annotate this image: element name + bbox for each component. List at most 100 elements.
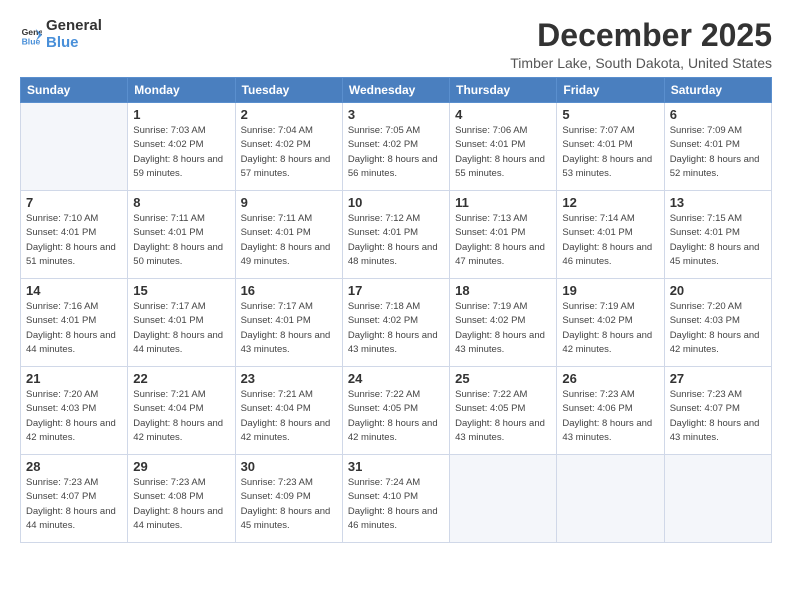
day-number: 19 — [562, 283, 658, 298]
day-info: Sunrise: 7:11 AMSunset: 4:01 PMDaylight:… — [133, 212, 229, 269]
day-info: Sunrise: 7:12 AMSunset: 4:01 PMDaylight:… — [348, 212, 444, 269]
calendar-cell: 25 Sunrise: 7:22 AMSunset: 4:05 PMDayligh… — [450, 367, 557, 455]
day-number: 31 — [348, 459, 444, 474]
day-number: 20 — [670, 283, 766, 298]
calendar-cell: 17 Sunrise: 7:18 AMSunset: 4:02 PMDayligh… — [342, 279, 449, 367]
day-number: 25 — [455, 371, 551, 386]
day-info: Sunrise: 7:09 AMSunset: 4:01 PMDaylight:… — [670, 124, 766, 181]
calendar-cell: 10 Sunrise: 7:12 AMSunset: 4:01 PMDayligh… — [342, 191, 449, 279]
page: General Blue General Blue December 2025 … — [0, 0, 792, 612]
day-info: Sunrise: 7:17 AMSunset: 4:01 PMDaylight:… — [133, 300, 229, 357]
day-number: 18 — [455, 283, 551, 298]
day-number: 29 — [133, 459, 229, 474]
week-row-3: 14 Sunrise: 7:16 AMSunset: 4:01 PMDayligh… — [21, 279, 772, 367]
calendar-cell: 13Sunrise: 7:15 AMSunset: 4:01 PMDayligh… — [664, 191, 771, 279]
day-number: 5 — [562, 107, 658, 122]
day-info: Sunrise: 7:19 AMSunset: 4:02 PMDaylight:… — [455, 300, 551, 357]
calendar-cell: 21 Sunrise: 7:20 AMSunset: 4:03 PMDayligh… — [21, 367, 128, 455]
day-info: Sunrise: 7:06 AMSunset: 4:01 PMDaylight:… — [455, 124, 551, 181]
day-info: Sunrise: 7:14 AMSunset: 4:01 PMDaylight:… — [562, 212, 658, 269]
week-row-1: 1 Sunrise: 7:03 AMSunset: 4:02 PMDaylight… — [21, 103, 772, 191]
day-info: Sunrise: 7:22 AMSunset: 4:05 PMDaylight:… — [348, 388, 444, 445]
day-info: Sunrise: 7:03 AMSunset: 4:02 PMDaylight:… — [133, 124, 229, 181]
day-info: Sunrise: 7:23 AMSunset: 4:07 PMDaylight:… — [670, 388, 766, 445]
day-number: 6 — [670, 107, 766, 122]
logo-blue: Blue — [46, 35, 102, 52]
day-info: Sunrise: 7:10 AMSunset: 4:01 PMDaylight:… — [26, 212, 122, 269]
weekday-header-sunday: Sunday — [21, 78, 128, 103]
logo-general: General — [46, 18, 102, 35]
day-info: Sunrise: 7:20 AMSunset: 4:03 PMDaylight:… — [26, 388, 122, 445]
calendar-cell — [557, 455, 664, 543]
calendar-cell: 26 Sunrise: 7:23 AMSunset: 4:06 PMDayligh… — [557, 367, 664, 455]
weekday-header-wednesday: Wednesday — [342, 78, 449, 103]
calendar-cell: 15 Sunrise: 7:17 AMSunset: 4:01 PMDayligh… — [128, 279, 235, 367]
calendar-cell: 19 Sunrise: 7:19 AMSunset: 4:02 PMDayligh… — [557, 279, 664, 367]
day-number: 11 — [455, 195, 551, 210]
day-number: 30 — [241, 459, 337, 474]
weekday-header-tuesday: Tuesday — [235, 78, 342, 103]
day-info: Sunrise: 7:17 AMSunset: 4:01 PMDaylight:… — [241, 300, 337, 357]
week-row-5: 28 Sunrise: 7:23 AMSunset: 4:07 PMDayligh… — [21, 455, 772, 543]
week-row-4: 21 Sunrise: 7:20 AMSunset: 4:03 PMDayligh… — [21, 367, 772, 455]
day-number: 9 — [241, 195, 337, 210]
day-number: 21 — [26, 371, 122, 386]
day-info: Sunrise: 7:16 AMSunset: 4:01 PMDaylight:… — [26, 300, 122, 357]
weekday-header-friday: Friday — [557, 78, 664, 103]
logo: General Blue General Blue — [20, 18, 102, 51]
calendar-cell — [450, 455, 557, 543]
day-info: Sunrise: 7:23 AMSunset: 4:06 PMDaylight:… — [562, 388, 658, 445]
calendar-cell: 24Sunrise: 7:22 AMSunset: 4:05 PMDayligh… — [342, 367, 449, 455]
calendar-cell: 3 Sunrise: 7:05 AMSunset: 4:02 PMDaylight… — [342, 103, 449, 191]
day-info: Sunrise: 7:23 AMSunset: 4:07 PMDaylight:… — [26, 476, 122, 533]
day-info: Sunrise: 7:07 AMSunset: 4:01 PMDaylight:… — [562, 124, 658, 181]
calendar-cell: 23Sunrise: 7:21 AMSunset: 4:04 PMDayligh… — [235, 367, 342, 455]
day-info: Sunrise: 7:22 AMSunset: 4:05 PMDaylight:… — [455, 388, 551, 445]
calendar-cell — [21, 103, 128, 191]
day-number: 1 — [133, 107, 229, 122]
calendar-cell: 27 Sunrise: 7:23 AMSunset: 4:07 PMDayligh… — [664, 367, 771, 455]
calendar-cell: 14 Sunrise: 7:16 AMSunset: 4:01 PMDayligh… — [21, 279, 128, 367]
day-number: 23 — [241, 371, 337, 386]
day-number: 26 — [562, 371, 658, 386]
calendar-cell: 6 Sunrise: 7:09 AMSunset: 4:01 PMDaylight… — [664, 103, 771, 191]
weekday-header-monday: Monday — [128, 78, 235, 103]
calendar-cell — [664, 455, 771, 543]
day-info: Sunrise: 7:21 AMSunset: 4:04 PMDaylight:… — [133, 388, 229, 445]
calendar-cell: 4 Sunrise: 7:06 AMSunset: 4:01 PMDaylight… — [450, 103, 557, 191]
day-info: Sunrise: 7:23 AMSunset: 4:08 PMDaylight:… — [133, 476, 229, 533]
location-title: Timber Lake, South Dakota, United States — [510, 55, 772, 71]
calendar-cell: 11 Sunrise: 7:13 AMSunset: 4:01 PMDayligh… — [450, 191, 557, 279]
calendar-cell: 5 Sunrise: 7:07 AMSunset: 4:01 PMDaylight… — [557, 103, 664, 191]
day-number: 4 — [455, 107, 551, 122]
weekday-header-row: SundayMondayTuesdayWednesdayThursdayFrid… — [21, 78, 772, 103]
day-number: 27 — [670, 371, 766, 386]
weekday-header-saturday: Saturday — [664, 78, 771, 103]
day-number: 10 — [348, 195, 444, 210]
day-number: 17 — [348, 283, 444, 298]
calendar-cell: 1 Sunrise: 7:03 AMSunset: 4:02 PMDaylight… — [128, 103, 235, 191]
day-number: 22 — [133, 371, 229, 386]
day-number: 14 — [26, 283, 122, 298]
calendar-cell: 2Sunrise: 7:04 AMSunset: 4:02 PMDaylight… — [235, 103, 342, 191]
calendar-cell: 31Sunrise: 7:24 AMSunset: 4:10 PMDayligh… — [342, 455, 449, 543]
calendar-cell: 8Sunrise: 7:11 AMSunset: 4:01 PMDaylight… — [128, 191, 235, 279]
calendar-cell: 29 Sunrise: 7:23 AMSunset: 4:08 PMDayligh… — [128, 455, 235, 543]
day-info: Sunrise: 7:15 AMSunset: 4:01 PMDaylight:… — [670, 212, 766, 269]
calendar-cell: 20Sunrise: 7:20 AMSunset: 4:03 PMDayligh… — [664, 279, 771, 367]
day-number: 28 — [26, 459, 122, 474]
day-number: 3 — [348, 107, 444, 122]
calendar-cell: 28 Sunrise: 7:23 AMSunset: 4:07 PMDayligh… — [21, 455, 128, 543]
day-number: 15 — [133, 283, 229, 298]
day-info: Sunrise: 7:05 AMSunset: 4:02 PMDaylight:… — [348, 124, 444, 181]
day-number: 2 — [241, 107, 337, 122]
day-info: Sunrise: 7:19 AMSunset: 4:02 PMDaylight:… — [562, 300, 658, 357]
day-info: Sunrise: 7:18 AMSunset: 4:02 PMDaylight:… — [348, 300, 444, 357]
week-row-2: 7Sunrise: 7:10 AMSunset: 4:01 PMDaylight… — [21, 191, 772, 279]
title-area: December 2025 Timber Lake, South Dakota,… — [510, 18, 772, 71]
logo-icon: General Blue — [20, 24, 42, 46]
day-info: Sunrise: 7:11 AMSunset: 4:01 PMDaylight:… — [241, 212, 337, 269]
day-info: Sunrise: 7:13 AMSunset: 4:01 PMDaylight:… — [455, 212, 551, 269]
calendar-cell: 22 Sunrise: 7:21 AMSunset: 4:04 PMDayligh… — [128, 367, 235, 455]
calendar-cell: 16Sunrise: 7:17 AMSunset: 4:01 PMDayligh… — [235, 279, 342, 367]
